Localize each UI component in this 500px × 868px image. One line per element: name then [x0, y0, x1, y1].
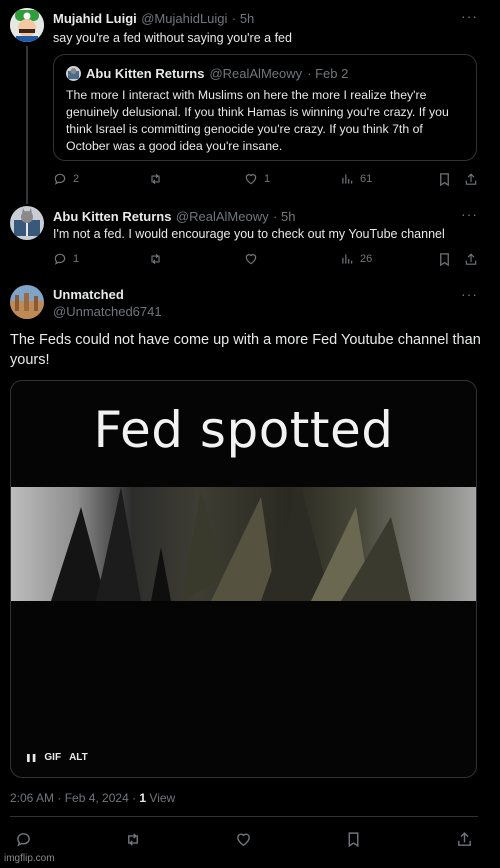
tweet-text: I'm not a fed. I would encourage you to … — [53, 227, 445, 241]
gif-caption: Fed spotted — [93, 401, 394, 459]
bookmark-icon — [348, 832, 359, 848]
bookmark-icon — [440, 253, 449, 267]
tweet-mujahid[interactable]: Mujahid Luigi @MujahidLuigi · 5h ··· say… — [0, 0, 500, 204]
heart-icon — [237, 833, 250, 847]
views-chart-icon — [342, 254, 353, 264]
view-label: View — [146, 791, 176, 805]
author-name[interactable]: Mujahid Luigi — [53, 11, 137, 26]
like-button[interactable] — [244, 252, 264, 266]
avatar-abu-small — [66, 66, 81, 81]
like-button[interactable]: 1 — [244, 172, 270, 186]
heart-icon — [245, 174, 257, 185]
share-button[interactable] — [464, 172, 478, 187]
reply-count: 2 — [73, 173, 80, 185]
views-chart-icon — [342, 174, 353, 184]
retweet-button[interactable] — [124, 831, 142, 848]
views-button[interactable]: 26 — [340, 252, 372, 266]
cat-book-avatar-icon — [66, 66, 81, 81]
retweet-button[interactable] — [148, 252, 169, 266]
reply-button[interactable] — [15, 831, 32, 848]
pause-icon[interactable]: ❚❚ — [25, 753, 37, 762]
author-handle[interactable]: @MujahidLuigi — [141, 11, 227, 26]
gif-frame-image — [11, 487, 476, 601]
bookmark-button[interactable] — [438, 252, 451, 267]
bookmark-button[interactable] — [438, 172, 451, 187]
view-count: 26 — [360, 253, 373, 265]
quote-author-handle[interactable]: @RealAlMeowy — [209, 66, 302, 81]
quote-author-name[interactable]: Abu Kitten Returns — [86, 66, 204, 81]
author-name[interactable]: Abu Kitten Returns — [53, 209, 171, 224]
quote-text: The more I interact with Muslims on here… — [66, 88, 449, 153]
views-button[interactable]: 61 — [340, 172, 372, 186]
thread-connector — [26, 46, 28, 204]
tweet-text: say you're a fed without saying you're a… — [53, 31, 292, 45]
tweet-header: Mujahid Luigi @MujahidLuigi · 5h — [53, 10, 254, 28]
gif-media[interactable]: Fed spotted ❚❚ GIF ALT — [10, 380, 477, 778]
reply-icon — [54, 253, 66, 265]
avatar-unmatched[interactable] — [10, 285, 44, 319]
cat-book-avatar-icon — [10, 206, 44, 240]
share-button[interactable] — [464, 252, 478, 267]
more-options-icon[interactable]: ··· — [461, 8, 478, 24]
author-name[interactable]: Unmatched — [53, 287, 124, 302]
tweet-abu-kitten[interactable]: Abu Kitten Returns @RealAlMeowy · 5h ···… — [0, 200, 500, 278]
divider — [10, 816, 478, 817]
luigi-avatar-icon — [10, 8, 44, 42]
tweet-text: The Feds could not have come up with a m… — [10, 332, 481, 368]
reply-icon — [54, 173, 66, 185]
gif-badge: GIF — [44, 752, 62, 763]
watermark: imgflip.com — [4, 853, 55, 864]
more-options-icon[interactable]: ··· — [461, 206, 478, 222]
main-tweet: Unmatched @Unmatched6741 ··· The Feds co… — [0, 280, 500, 868]
quoted-tweet[interactable]: Abu Kitten Returns @RealAlMeowy · Feb 2 … — [53, 54, 477, 161]
gif-controls: ❚❚ GIF ALT — [25, 752, 88, 763]
retweet-button[interactable] — [148, 172, 169, 186]
view-count: 61 — [360, 173, 373, 185]
reply-icon — [17, 833, 30, 847]
avatar-abu[interactable] — [10, 206, 44, 240]
quote-header: Abu Kitten Returns @RealAlMeowy · Feb 2 — [66, 66, 348, 81]
share-button[interactable] — [456, 831, 473, 848]
quote-time[interactable]: · Feb 2 — [307, 66, 348, 81]
reply-button[interactable]: 1 — [53, 252, 79, 266]
alt-badge[interactable]: ALT — [69, 752, 88, 763]
tweet-time[interactable]: · 5h — [273, 209, 295, 224]
share-icon — [465, 173, 477, 185]
retweet-icon — [151, 253, 160, 265]
share-icon — [458, 832, 471, 846]
bookmark-button[interactable] — [346, 831, 361, 848]
tweet-timestamp[interactable]: 2:06 AM · Feb 4, 2024 · — [10, 791, 139, 805]
bookmark-icon — [440, 173, 449, 187]
tweet-meta: 2:06 AM · Feb 4, 2024 · 1 View — [10, 791, 175, 805]
avatar-mujahid[interactable] — [10, 8, 44, 42]
reply-count: 1 — [73, 253, 80, 265]
like-count: 1 — [264, 173, 271, 185]
author-handle[interactable]: @Unmatched6741 — [53, 304, 162, 319]
tweet-header: Abu Kitten Returns @RealAlMeowy · 5h — [53, 208, 295, 226]
like-button[interactable] — [235, 831, 252, 848]
spiky-hair-graphic — [51, 487, 411, 601]
retweet-icon — [151, 173, 160, 185]
heart-icon — [245, 254, 257, 265]
share-icon — [465, 253, 477, 265]
author-handle[interactable]: @RealAlMeowy — [176, 209, 269, 224]
retweet-icon — [128, 833, 138, 846]
tweet-time[interactable]: · 5h — [232, 11, 254, 26]
reply-button[interactable]: 2 — [53, 172, 79, 186]
more-options-icon[interactable]: ··· — [461, 286, 478, 302]
desert-landscape-avatar-icon — [10, 285, 44, 319]
